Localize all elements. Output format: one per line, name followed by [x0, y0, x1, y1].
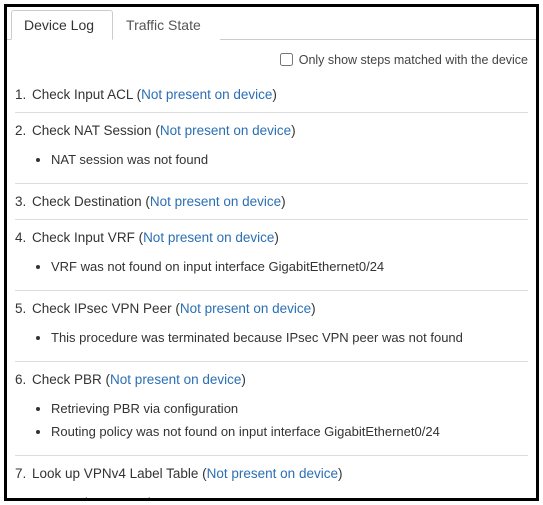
step-number: 1. — [15, 87, 26, 102]
step-title: Check IPsec VPN Peer — [28, 301, 175, 316]
not-present-link[interactable]: Not present on device — [202, 466, 342, 481]
tab-bar: Device Log Traffic State — [7, 7, 536, 40]
step-detail-item: This procedure was terminated because IP… — [51, 326, 528, 349]
step-number: 7. — [15, 466, 26, 481]
not-present-link[interactable]: Not present on device — [137, 87, 277, 102]
steps-list: 1. Check Input ACL Not present on device… — [7, 73, 536, 501]
step-details: VRF was not found on input interface Gig… — [15, 255, 528, 278]
step-number: 4. — [15, 230, 26, 245]
step-number: 5. — [15, 301, 26, 316]
step-item: 3. Check Destination Not present on devi… — [15, 184, 528, 220]
step-detail-item: VRF does not exist — [51, 491, 528, 501]
step-number: 2. — [15, 123, 26, 138]
step-title: Check Destination — [28, 194, 145, 209]
step-details: This procedure was terminated because IP… — [15, 326, 528, 349]
not-present-link[interactable]: Not present on device — [155, 123, 295, 138]
step-number: 3. — [15, 194, 26, 209]
step-detail-item: VRF was not found on input interface Gig… — [51, 255, 528, 278]
filter-checkbox[interactable] — [280, 53, 293, 66]
step-header: 4. Check Input VRF Not present on device — [15, 230, 528, 245]
not-present-link[interactable]: Not present on device — [106, 372, 246, 387]
not-present-link[interactable]: Not present on device — [145, 194, 285, 209]
step-details: NAT session was not found — [15, 148, 528, 171]
not-present-link[interactable]: Not present on device — [139, 230, 279, 245]
step-item: 2. Check NAT Session Not present on devi… — [15, 113, 528, 184]
device-log-panel: Device Log Traffic State Only show steps… — [4, 4, 539, 501]
step-item: 7. Look up VPNv4 Label Table Not present… — [15, 456, 528, 501]
step-header: 3. Check Destination Not present on devi… — [15, 194, 528, 209]
step-item: 1. Check Input ACL Not present on device — [15, 77, 528, 113]
tab-traffic-state[interactable]: Traffic State — [113, 10, 220, 40]
step-header: 2. Check NAT Session Not present on devi… — [15, 123, 528, 138]
step-detail-item: Retrieving PBR via configuration — [51, 397, 528, 420]
tab-device-log[interactable]: Device Log — [11, 10, 113, 40]
step-item: 4. Check Input VRF Not present on device… — [15, 220, 528, 291]
step-title: Look up VPNv4 Label Table — [28, 466, 202, 481]
step-header: 5. Check IPsec VPN Peer Not present on d… — [15, 301, 528, 316]
filter-label: Only show steps matched with the device — [299, 53, 528, 67]
step-item: 6. Check PBR Not present on device Retrie… — [15, 362, 528, 456]
not-present-link[interactable]: Not present on device — [175, 301, 315, 316]
step-item: 5. Check IPsec VPN Peer Not present on d… — [15, 291, 528, 362]
step-header: 1. Check Input ACL Not present on device — [15, 87, 528, 102]
step-number: 6. — [15, 372, 26, 387]
step-detail-item: NAT session was not found — [51, 148, 528, 171]
step-title: Check PBR — [28, 372, 105, 387]
step-details: VRF does not exist — [15, 491, 528, 501]
step-header: 6. Check PBR Not present on device — [15, 372, 528, 387]
step-details: Retrieving PBR via configurationRouting … — [15, 397, 528, 443]
step-detail-item: Routing policy was not found on input in… — [51, 420, 528, 443]
filter-row: Only show steps matched with the device — [7, 40, 536, 73]
step-header: 7. Look up VPNv4 Label Table Not present… — [15, 466, 528, 481]
step-title: Check Input VRF — [28, 230, 138, 245]
step-title: Check Input ACL — [28, 87, 136, 102]
step-title: Check NAT Session — [28, 123, 155, 138]
